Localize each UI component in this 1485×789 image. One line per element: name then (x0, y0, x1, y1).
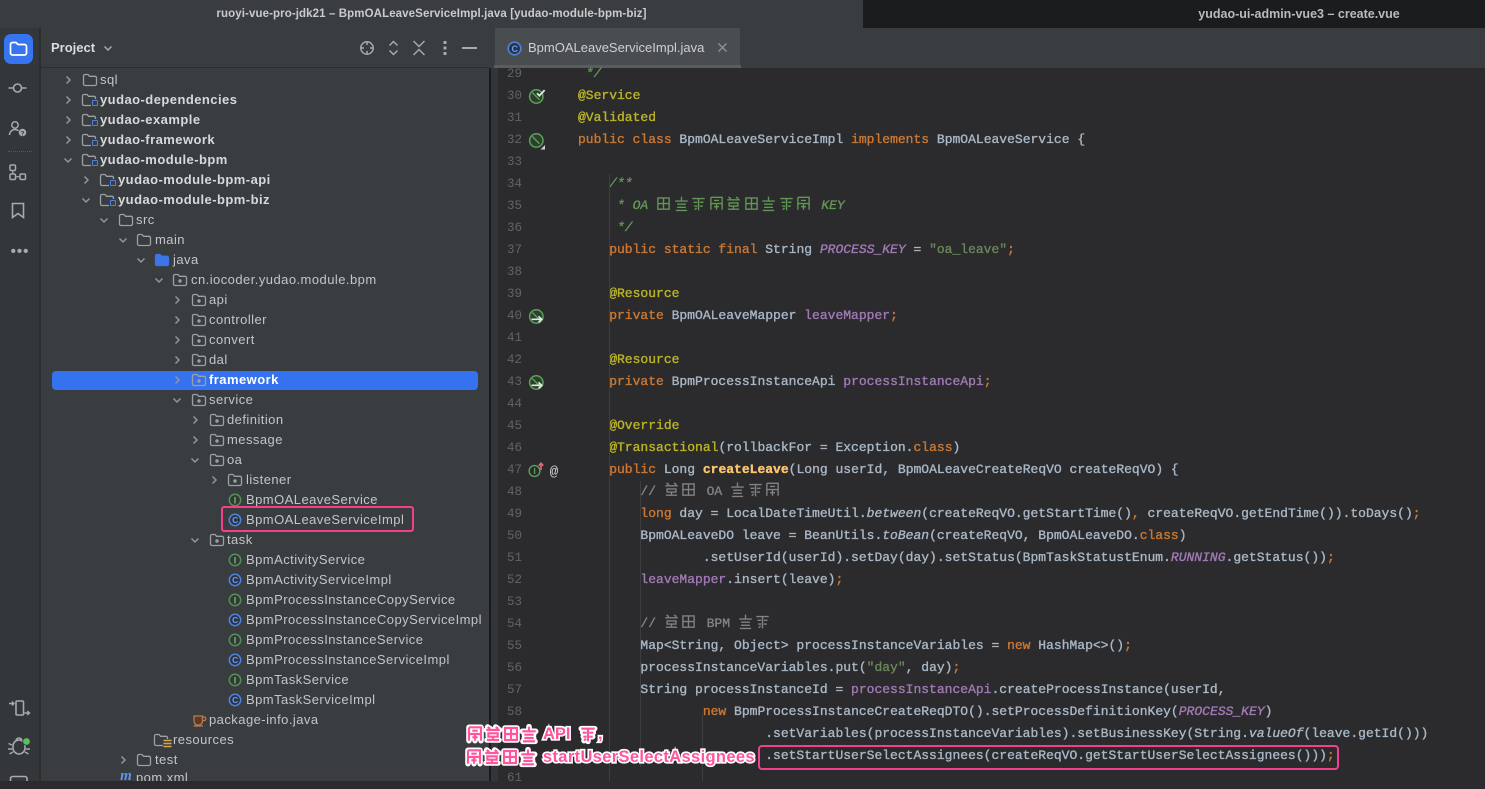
svg-text:I: I (234, 495, 237, 505)
svg-text:C: C (232, 575, 238, 585)
svg-text:C: C (232, 695, 238, 705)
svg-text:I: I (234, 675, 237, 685)
svg-text:C: C (232, 615, 238, 625)
svg-text:I: I (234, 635, 237, 645)
svg-text:@: @ (550, 465, 559, 480)
svg-text:C: C (511, 44, 518, 54)
svg-text:I: I (234, 595, 237, 605)
svg-text:C: C (232, 655, 238, 665)
svg-text:I: I (533, 466, 535, 476)
svg-text:I: I (234, 555, 237, 565)
